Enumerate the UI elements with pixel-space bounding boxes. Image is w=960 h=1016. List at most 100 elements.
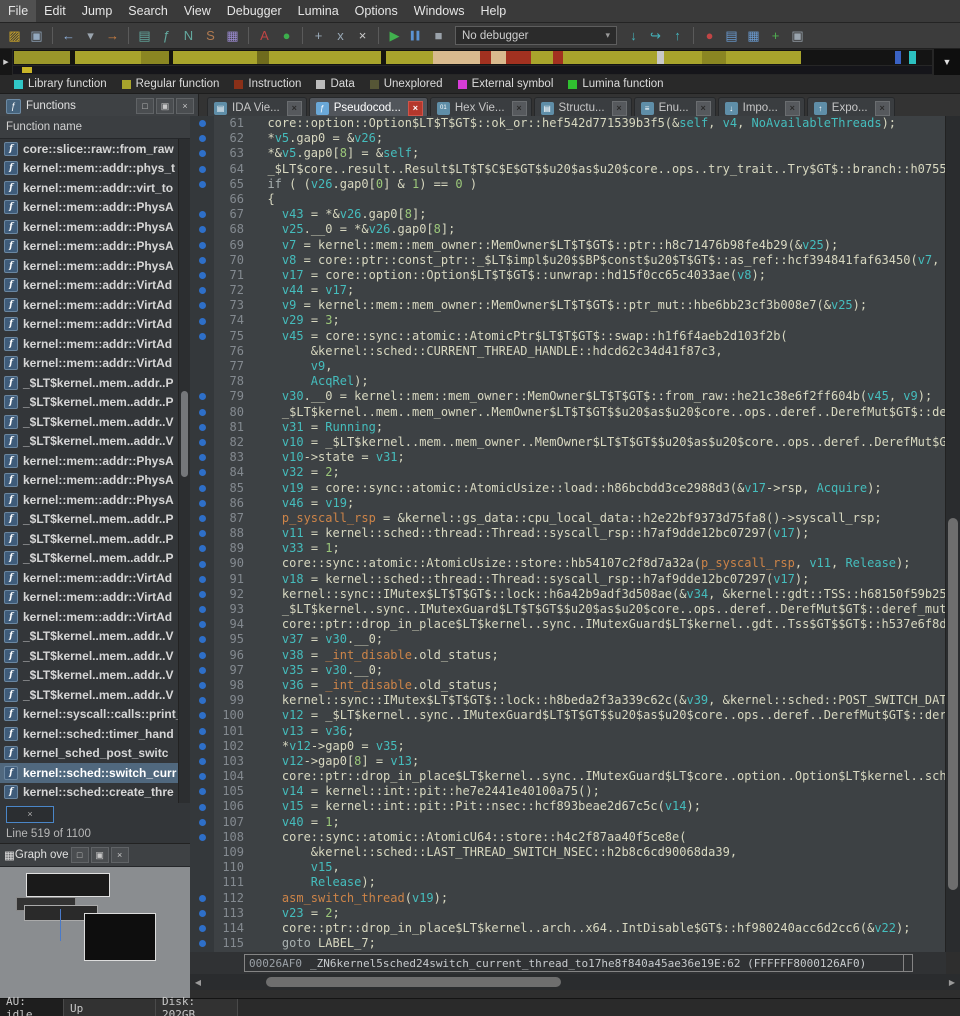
function-list-scroll-thumb[interactable]	[181, 391, 188, 477]
band-dropdown-button[interactable]: ▼	[934, 49, 960, 75]
tab-close-icon[interactable]: ×	[784, 100, 800, 116]
function-list-item[interactable]: f _$LT$kernel..mem..addr..V	[0, 627, 190, 647]
code-line[interactable]: 108 core::sync::atomic::AtomicU64::store…	[190, 830, 946, 845]
band-scroll-left-button[interactable]: ▶	[0, 49, 12, 75]
code-line[interactable]: 62 *v5.gap0 = &v26;	[190, 131, 946, 146]
functions-close-button[interactable]: ×	[176, 98, 194, 114]
breakpoint-dot[interactable]	[190, 435, 214, 450]
code-line[interactable]: 105 v14 = kernel::int::pit::he7e2441e401…	[190, 784, 946, 799]
window-list-icon[interactable]: ▤	[134, 26, 155, 46]
nav-band-segment[interactable]	[480, 51, 492, 65]
code-line[interactable]: 87 p_syscall_rsp = &kernel::gs_data::cpu…	[190, 511, 946, 526]
breakpoint-dot[interactable]	[190, 663, 214, 678]
tab-enu[interactable]: ≡ Enu... ×	[633, 97, 716, 118]
run-until-icon[interactable]: ↑	[667, 26, 688, 46]
code-line[interactable]: 103 v12->gap0[8] = v13;	[190, 754, 946, 769]
code-line[interactable]: 106 v15 = kernel::int::pit::Pit::nsec::h…	[190, 799, 946, 814]
function-list-item[interactable]: f kernel::mem::addr::VirtAd	[0, 354, 190, 374]
code-line[interactable]: 96 v38 = _int_disable.old_status;	[190, 648, 946, 663]
gutter-space[interactable]	[190, 359, 214, 374]
pseudocode-horizontal-scrollbar[interactable]: ◀ ▶	[190, 974, 960, 990]
code-line[interactable]: 91 v18 = kernel::sched::thread::Thread::…	[190, 572, 946, 587]
step-into-icon[interactable]: ↓	[623, 26, 644, 46]
function-list-item[interactable]: f _$LT$kernel..mem..addr..P	[0, 393, 190, 413]
breakpoint-dot[interactable]	[190, 921, 214, 936]
vertical-scroll-thumb[interactable]	[948, 518, 958, 890]
code-line[interactable]: 88 v11 = kernel::sched::thread::Thread::…	[190, 526, 946, 541]
menu-view[interactable]: View	[176, 0, 219, 22]
breakpoint-dot[interactable]	[190, 602, 214, 617]
watches-icon[interactable]: ▤	[721, 26, 742, 46]
names-window-icon[interactable]: N	[178, 26, 199, 46]
debugger-select[interactable]: No debugger ▾	[455, 26, 617, 45]
modules-icon[interactable]: ▦	[743, 26, 764, 46]
code-line[interactable]: 73 v9 = kernel::mem::mem_owner::MemOwner…	[190, 298, 946, 313]
code-line[interactable]: 112 asm_switch_thread(v19);	[190, 891, 946, 906]
menu-search[interactable]: Search	[120, 0, 176, 22]
code-line[interactable]: 64 _$LT$core..result..Result$LT$T$C$E$GT…	[190, 162, 946, 177]
code-line[interactable]: 76 &kernel::sched::CURRENT_THREAD_HANDLE…	[190, 344, 946, 359]
breakpoint-dot[interactable]	[190, 465, 214, 480]
breakpoint-dot[interactable]	[190, 815, 214, 830]
function-list-item[interactable]: f core::slice::raw::from_raw	[0, 139, 190, 159]
stop-process-icon[interactable]: ■	[428, 26, 449, 46]
segments-icon[interactable]: ▦	[222, 26, 243, 46]
menu-windows[interactable]: Windows	[406, 0, 473, 22]
function-list-item[interactable]: f kernel::mem::addr::VirtAd	[0, 295, 190, 315]
tab-pseudocod[interactable]: ƒ Pseudocod... ×	[308, 97, 428, 118]
menu-edit[interactable]: Edit	[36, 0, 74, 22]
breakpoint-dot[interactable]	[190, 238, 214, 253]
breakpoint-dot[interactable]	[190, 678, 214, 693]
nav-band-segment[interactable]	[726, 51, 802, 65]
tab-close-icon[interactable]: ×	[407, 100, 423, 116]
nav-band-segment[interactable]	[553, 51, 563, 65]
gutter-space[interactable]	[190, 344, 214, 359]
nav-band-segment[interactable]	[433, 51, 481, 65]
code-line[interactable]: 99 kernel::sync::IMutex$LT$T$GT$::lock::…	[190, 693, 946, 708]
breakpoint-dot[interactable]	[190, 283, 214, 298]
function-list-item[interactable]: f kernel::mem::addr::phys_t	[0, 159, 190, 179]
menu-help[interactable]: Help	[472, 0, 514, 22]
nav-band-segment[interactable]	[491, 51, 507, 65]
code-line[interactable]: 80 _$LT$kernel..mem..mem_owner..MemOwner…	[190, 405, 946, 420]
code-line[interactable]: 109 &kernel::sched::LAST_THREAD_SWITCH_N…	[190, 845, 946, 860]
add-icon[interactable]: +	[765, 26, 786, 46]
menu-jump[interactable]: Jump	[74, 0, 121, 22]
breakpoint-dot[interactable]	[190, 891, 214, 906]
tab-close-icon[interactable]: ×	[511, 100, 527, 116]
function-list-item[interactable]: f kernel::mem::addr::PhysA	[0, 451, 190, 471]
graph-overview-canvas[interactable]	[0, 867, 190, 998]
tab-hex-vie[interactable]: 01 Hex Vie... ×	[429, 97, 532, 118]
function-list-item[interactable]: f kernel::mem::addr::VirtAd	[0, 334, 190, 354]
pause-process-icon[interactable]: ▌▌	[406, 26, 427, 46]
function-list-item[interactable]: f kernel::mem::addr::PhysA	[0, 471, 190, 491]
functions-panel-header[interactable]: ƒ Functions □ ▣ ×	[0, 94, 199, 118]
nav-back-icon[interactable]: ←	[58, 26, 79, 46]
breakpoint-dot[interactable]	[190, 298, 214, 313]
code-line[interactable]: 93 _$LT$kernel..sync..IMutexGuard$LT$T$G…	[190, 602, 946, 617]
code-line[interactable]: 70 v8 = core::ptr::const_ptr::_$LT$impl$…	[190, 253, 946, 268]
function-list-item[interactable]: f kernel_sched_post_switc	[0, 744, 190, 764]
save-file-icon[interactable]: ▣	[26, 26, 47, 46]
functions-restore-button[interactable]: □	[136, 98, 154, 114]
code-line[interactable]: 71 v17 = core::option::Option$LT$T$GT$::…	[190, 268, 946, 283]
tab-impo[interactable]: ↓ Impo... ×	[717, 97, 805, 118]
code-line[interactable]: 97 v35 = v30.__0;	[190, 663, 946, 678]
code-line[interactable]: 111 Release);	[190, 875, 946, 890]
function-list-item[interactable]: f kernel::mem::addr::PhysA	[0, 490, 190, 510]
breakpoint-dot[interactable]	[190, 389, 214, 404]
breakpoint-dot[interactable]	[190, 162, 214, 177]
breakpoint-dot[interactable]	[190, 541, 214, 556]
function-filter-box[interactable]: ×	[6, 805, 54, 823]
breakpoint-dot[interactable]	[190, 146, 214, 161]
function-list-item[interactable]: f kernel::mem::addr::PhysA	[0, 237, 190, 257]
nav-band-segment[interactable]	[257, 51, 269, 65]
code-line[interactable]: 107 v40 = 1;	[190, 815, 946, 830]
breakpoint-dot[interactable]	[190, 420, 214, 435]
breakpoint-dot[interactable]	[190, 526, 214, 541]
nav-band-segment[interactable]	[801, 51, 896, 65]
menu-debugger[interactable]: Debugger	[219, 0, 290, 22]
graph-overview-header[interactable]: ▦ Graph ove □ ▣ ×	[0, 843, 190, 867]
function-name-column-header[interactable]: Function name	[0, 116, 190, 139]
code-line[interactable]: 115 goto LABEL_7;	[190, 936, 946, 951]
